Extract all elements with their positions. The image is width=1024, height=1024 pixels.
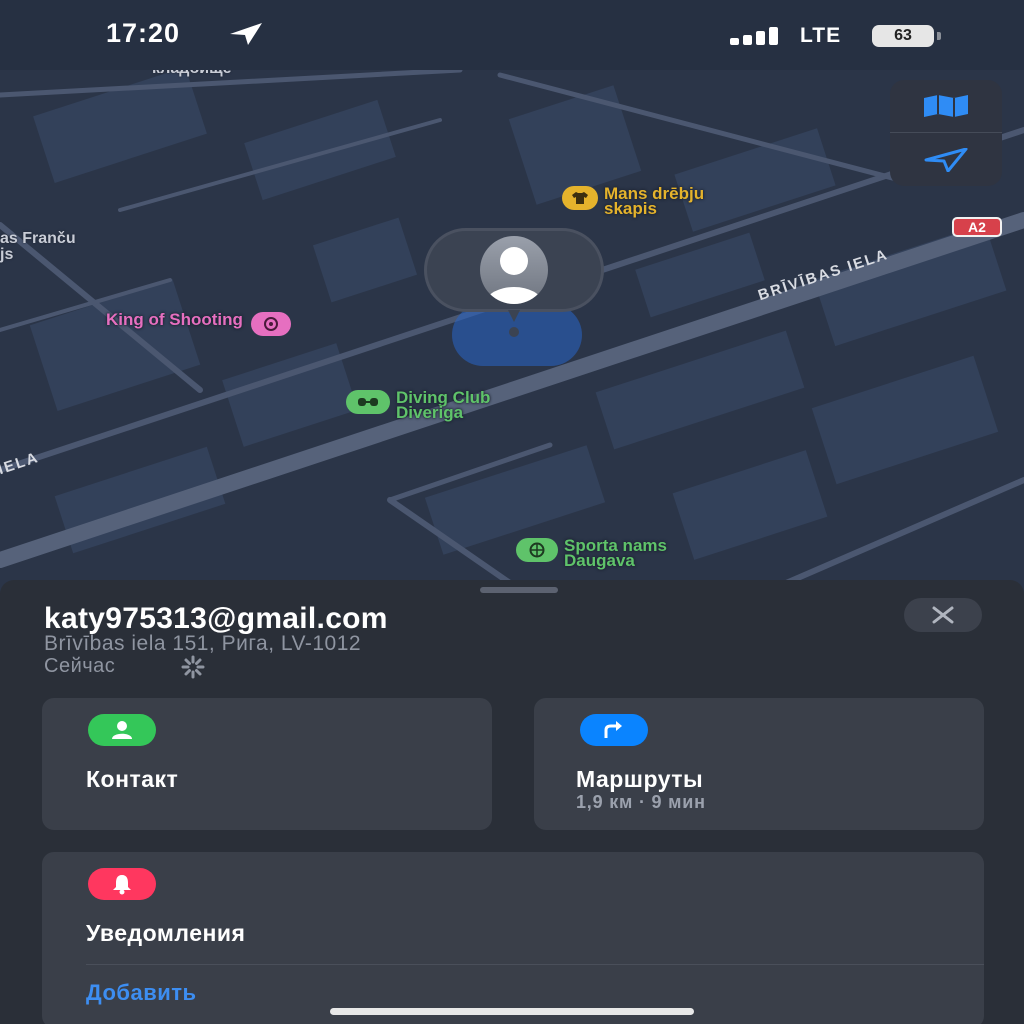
poi-label-line1: King of Shooting bbox=[106, 310, 243, 329]
route-shield: A2 bbox=[952, 217, 1002, 237]
target-icon bbox=[250, 312, 291, 336]
bell-icon bbox=[88, 868, 156, 900]
map-controls bbox=[890, 80, 1002, 186]
directions-label: Маршруты bbox=[576, 766, 704, 792]
shirt-icon bbox=[562, 186, 598, 210]
person-detail-sheet: katy975313@gmail.com Brīvības iela 151, … bbox=[0, 580, 1024, 1024]
pin-stem-icon bbox=[508, 310, 520, 337]
avatar bbox=[424, 228, 604, 312]
poi-king-of-shooting[interactable]: King of Shooting bbox=[106, 310, 291, 336]
notifications-card: Уведомления Добавить bbox=[42, 852, 984, 1024]
directions-detail: 1,9 км · 9 мин bbox=[576, 792, 706, 812]
controls-divider bbox=[890, 132, 1002, 133]
sheet-grabber[interactable] bbox=[480, 587, 558, 593]
notifications-divider bbox=[86, 964, 984, 965]
notifications-label: Уведомления bbox=[86, 920, 246, 946]
contact-card[interactable]: Контакт bbox=[42, 698, 492, 830]
poi-sporta-nams[interactable]: Sporta nams Daugava bbox=[516, 537, 667, 570]
map-label-franču-2: js bbox=[0, 246, 14, 263]
person-email: katy975313@gmail.com bbox=[44, 602, 388, 635]
loading-spinner-icon bbox=[181, 655, 205, 679]
contact-label: Контакт bbox=[86, 766, 179, 792]
directions-icon bbox=[580, 714, 648, 746]
poi-label-line2: Diveriga bbox=[396, 403, 464, 422]
diving-mask-icon bbox=[346, 390, 390, 414]
person-silhouette-icon bbox=[480, 236, 548, 304]
poi-mans-drebju-skapis[interactable]: Mans drēbju skapis bbox=[562, 185, 704, 218]
map-mode-button[interactable] bbox=[890, 80, 1002, 132]
basketball-icon bbox=[516, 538, 558, 562]
battery-icon: 63 bbox=[872, 25, 934, 47]
signal-strength-icon bbox=[730, 27, 778, 45]
last-seen-label: Сейчас bbox=[44, 655, 116, 677]
status-bar: 17:20 LTE 63 bbox=[0, 0, 1024, 70]
poi-label-line2: Daugava bbox=[564, 551, 635, 570]
home-indicator[interactable] bbox=[330, 1008, 694, 1015]
person-location-pin[interactable] bbox=[424, 228, 604, 338]
poi-diving-club[interactable]: Diving Club Diveriga bbox=[346, 389, 490, 422]
status-time: 17:20 bbox=[106, 18, 181, 48]
poi-label-line2: skapis bbox=[604, 199, 657, 218]
person-address: Brīvības iela 151, Рига, LV-1012 bbox=[44, 632, 362, 655]
battery-nub bbox=[937, 32, 941, 40]
locate-me-button[interactable] bbox=[890, 134, 1002, 186]
carrier-label: LTE bbox=[800, 24, 842, 47]
location-arrow-icon bbox=[924, 148, 968, 172]
directions-card[interactable]: Маршруты 1,9 км · 9 мин bbox=[534, 698, 984, 830]
map-view[interactable]: кладбище as Franču js IELA BRĪVĪBAS IELA… bbox=[0, 0, 1024, 600]
add-notification-button[interactable]: Добавить bbox=[86, 980, 197, 1006]
close-button[interactable] bbox=[904, 598, 982, 632]
map-icon bbox=[924, 95, 968, 117]
location-services-icon bbox=[230, 23, 262, 45]
contact-icon bbox=[88, 714, 156, 746]
close-icon bbox=[932, 606, 954, 624]
